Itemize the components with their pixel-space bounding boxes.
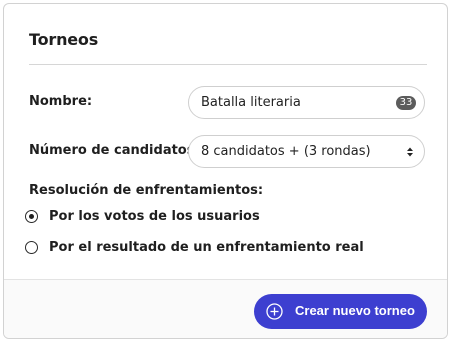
- name-input-value[interactable]: Batalla literaria: [201, 95, 301, 110]
- radio-label-user-votes[interactable]: Por los votos de los usuarios: [49, 209, 260, 224]
- plus-circle-icon: [266, 303, 283, 320]
- title-divider: [29, 64, 427, 65]
- resolution-label: Resolución de enfrentamientos:: [29, 183, 264, 198]
- candidates-select-value[interactable]: 8 candidatos + (3 rondas): [201, 144, 371, 159]
- page-title: Torneos: [29, 30, 99, 49]
- create-tournament-button[interactable]: Crear nuevo torneo: [254, 294, 427, 329]
- char-counter-badge: 33: [396, 96, 416, 110]
- candidates-label: Número de candidatos:: [29, 143, 200, 158]
- radio-button-checked[interactable]: [25, 210, 38, 223]
- radio-button-unchecked[interactable]: [25, 241, 38, 254]
- candidates-select[interactable]: 8 candidatos + (3 rondas): [188, 135, 425, 168]
- radio-option-user-votes[interactable]: Por los votos de los usuarios: [25, 209, 405, 227]
- name-input[interactable]: Batalla literaria 33: [188, 86, 425, 119]
- create-tournament-label: Crear nuevo torneo: [295, 303, 415, 318]
- radio-label-real-match[interactable]: Por el resultado de un enfrentamiento re…: [49, 240, 364, 255]
- radio-selected-dot: [28, 213, 34, 219]
- select-arrows-icon: [407, 147, 413, 157]
- tournament-form-card: Torneos Nombre: Batalla literaria 33 Núm…: [3, 3, 448, 339]
- name-label: Nombre:: [29, 94, 93, 109]
- radio-option-real-match[interactable]: Por el resultado de un enfrentamiento re…: [25, 240, 405, 258]
